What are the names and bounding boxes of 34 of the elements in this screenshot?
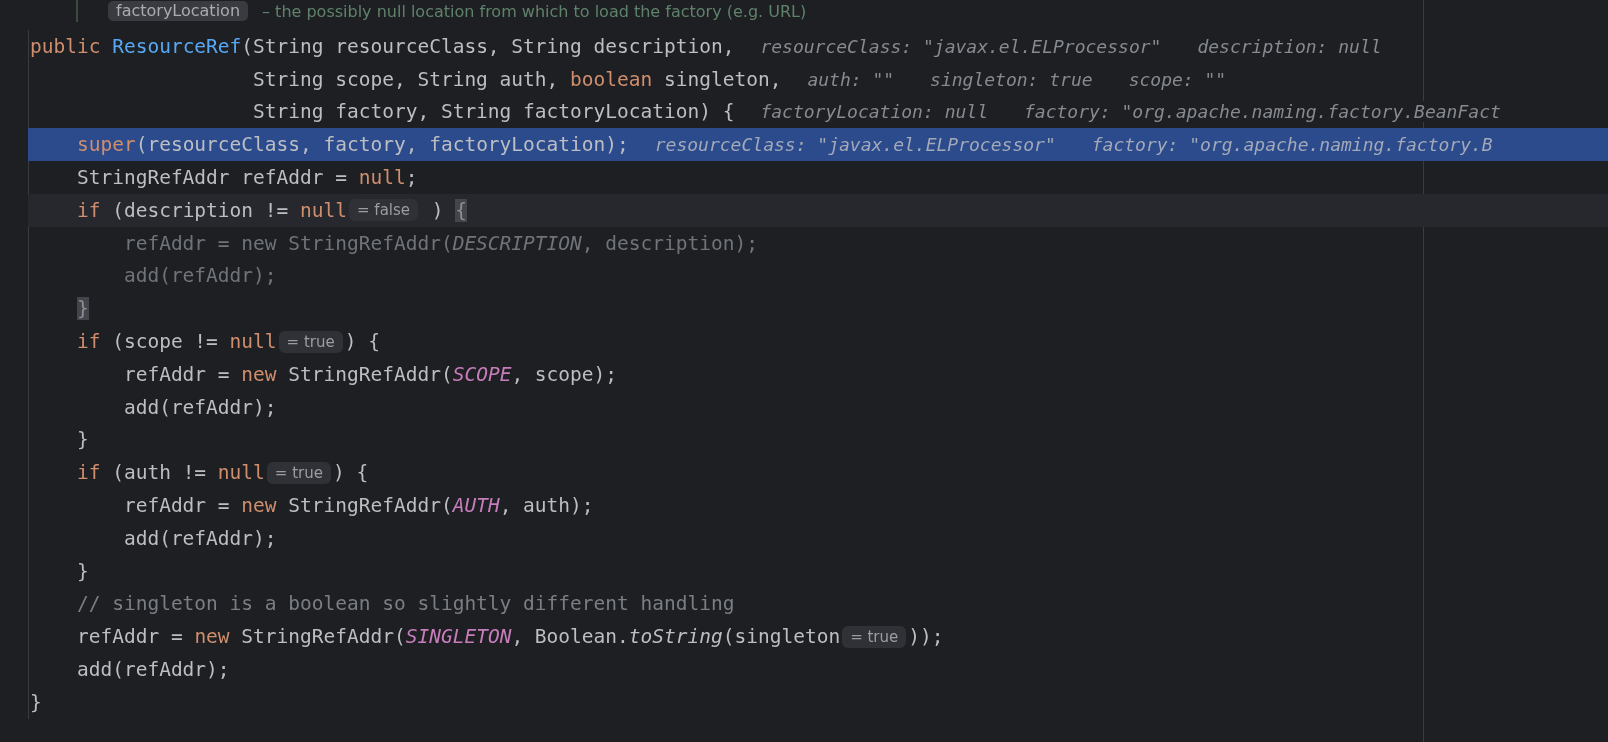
inline-value-badge: = true: [842, 625, 907, 648]
inline-debug-value: factory: "org.apache.naming.factory.B: [1091, 134, 1493, 156]
code-line: if (scope != null: [75, 330, 277, 354]
code-line: }: [75, 559, 89, 583]
doc-comment-text: – the possibly null location from which to load the factory (e.g. URL): [262, 1, 807, 21]
code-line: refAddr = new StringRefAddr(SCOPE, scope);: [122, 362, 618, 386]
code-line: add(refAddr);: [122, 264, 277, 288]
inline-value-badge: = true: [266, 461, 331, 484]
inline-debug-value: factoryLocation: null: [760, 101, 988, 123]
doc-param-tag: factoryLocation: [108, 1, 248, 21]
inline-debug-value: factory: "org.apache.naming.factory.BeanFact: [1024, 101, 1501, 123]
code-line: add(refAddr);: [122, 526, 277, 550]
code-line: ) {: [332, 461, 369, 485]
code-line: refAddr = new StringRefAddr(AUTH, auth);: [122, 494, 594, 518]
code-line: // singleton is a boolean so slightly different handling: [75, 592, 735, 616]
code-line: add(refAddr);: [75, 658, 230, 682]
code-line: if (auth != null: [75, 461, 265, 485]
code-line: add(refAddr);: [122, 395, 277, 419]
inline-value-badge: = false: [349, 199, 419, 222]
code-line: ) {: [344, 330, 380, 354]
inline-value-badge: = true: [278, 330, 343, 353]
code-line: ));: [908, 625, 944, 649]
code-line: }: [75, 428, 89, 452]
code-line: refAddr = new StringRefAddr(SINGLETON, Boolean.toString(singleton: [75, 625, 841, 649]
code-line: String scope, String auth, boolean singleton,: [252, 67, 782, 91]
code-line: }: [30, 690, 42, 714]
inline-debug-value: resourceClass: "javax.el.ELProcessor": [654, 134, 1056, 156]
code-line: String factory, String factoryLocation) {: [252, 100, 735, 124]
code-line: if (description != null: [75, 198, 347, 222]
code-line: refAddr = new StringRefAddr(DESCRIPTION, description);: [122, 231, 758, 255]
code-line: ) {: [430, 198, 468, 222]
code-line: super(resourceClass, factory, factoryLocation);: [75, 133, 629, 157]
code-line: StringRefAddr refAddr = null;: [75, 166, 418, 190]
code-line: public ResourceRef(String resourceClass, String description,: [30, 34, 735, 58]
